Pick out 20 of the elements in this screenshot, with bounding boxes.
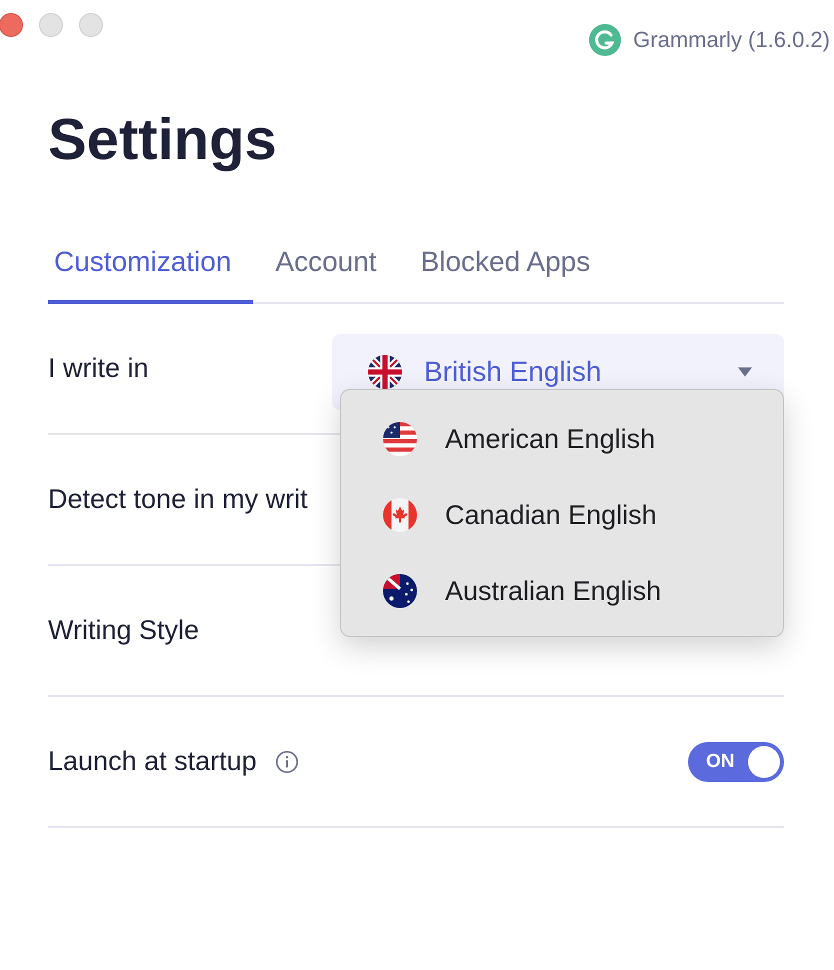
page-heading: Settings [48, 108, 278, 172]
australia-flag-icon [383, 574, 417, 608]
tab[interactable]: Blocked Apps [398, 240, 612, 304]
caret-icon [738, 367, 752, 377]
app-logo-icon [589, 24, 622, 56]
info-icon[interactable] [274, 750, 299, 774]
canada-flag-icon [383, 498, 417, 532]
setting-label: Writing Style [48, 615, 200, 646]
window-title: Grammarly (1.6.0.2) [633, 27, 830, 53]
union-flag-icon [368, 355, 402, 389]
tab[interactable]: Account [253, 240, 399, 304]
setting-label: Detect tone in my writ [48, 484, 308, 515]
menu-item[interactable]: Australian English [341, 553, 783, 629]
setting-label: Launch at startup [48, 746, 257, 777]
us-flag-icon [383, 422, 417, 456]
tab[interactable]: Customization [48, 240, 254, 304]
close-window-button[interactable] [0, 13, 23, 37]
menu-item[interactable]: Canadian English [341, 477, 783, 553]
setting-label: I write in [48, 353, 149, 384]
toggle-switch[interactable]: ON [688, 742, 784, 782]
